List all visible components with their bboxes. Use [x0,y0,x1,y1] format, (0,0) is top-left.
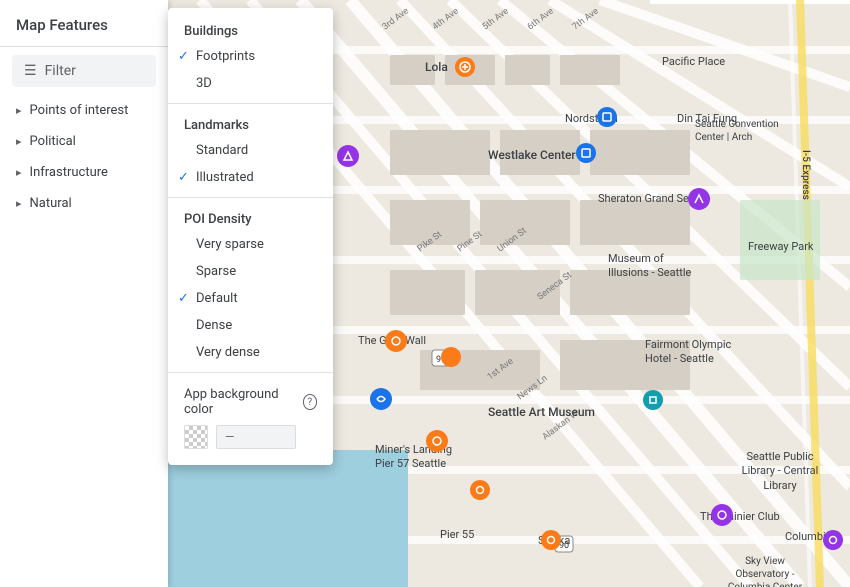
standard-label: Standard [196,143,248,158]
poi-pier55[interactable] [470,480,490,500]
sidebar-item-political-label: Political [30,134,76,149]
sidebar-header: Map Features [0,0,168,47]
dense-label: Dense [196,318,232,333]
default-label: Default [196,291,238,306]
very-sparse-item[interactable]: Very sparse [168,231,333,258]
place-westlake: Westlake Center [488,148,576,162]
landmarks-section-label: Landmarks [168,110,333,137]
poi-aquarium[interactable] [370,388,392,410]
poi-columbia[interactable] [823,530,843,550]
dropdown-panel: Buildings ✓ Footprints 3D Landmarks Stan… [168,8,333,465]
app-bg-label: App background color ? [184,387,317,417]
divider-2 [168,197,333,198]
sidebar-item-infrastructure[interactable]: ▸ Infrastructure [0,157,168,188]
freeway-i5-label: I-5 Express [800,150,811,200]
poi-skalka[interactable] [541,530,561,550]
filter-text: Filter [45,63,76,79]
poi-density-section-label: POI Density [168,204,333,231]
footprints-check-icon: ✓ [178,49,189,64]
filter-bar[interactable]: ☰ Filter [12,55,156,87]
footprints-item[interactable]: ✓ Footprints [168,43,333,70]
very-dense-item[interactable]: Very dense [168,339,333,366]
app-bg-section: App background color ? — [168,379,333,457]
place-pacific-place: Pacific Place [662,55,725,68]
place-freeway-park: Freeway Park [748,240,814,253]
poi-gum-wall[interactable] [385,330,407,352]
help-icon[interactable]: ? [303,394,317,410]
chevron-natural-icon: ▸ [16,197,22,210]
sidebar-item-natural-label: Natural [30,196,72,211]
sidebar: Map Features ☰ Filter ▸ Points of intere… [0,0,168,587]
color-value: — [225,430,234,444]
dense-item[interactable]: Dense [168,312,333,339]
poi-moore-theatre[interactable] [337,145,359,167]
filter-icon: ☰ [24,63,37,79]
default-check-icon: ✓ [178,291,189,306]
divider-1 [168,103,333,104]
buildings-section-label: Buildings [168,16,333,43]
checker-box[interactable] [184,425,208,449]
sparse-item[interactable]: Sparse [168,258,333,285]
divider-3 [168,372,333,373]
very-sparse-label: Very sparse [196,237,264,252]
poi-sheraton[interactable] [688,188,710,210]
poi-miners-landing[interactable] [426,430,448,452]
color-input-box[interactable]: — [216,425,296,449]
chevron-infrastructure-icon: ▸ [16,166,22,179]
sparse-label: Sparse [196,264,236,279]
place-fairmont: Fairmont Olympic Hotel - Seattle [645,338,735,367]
standard-item[interactable]: Standard [168,137,333,164]
default-item[interactable]: ✓ Default [168,285,333,312]
poi-99-marker [441,347,461,367]
3d-label: 3D [196,76,212,91]
sidebar-item-natural[interactable]: ▸ Natural [0,188,168,219]
footprints-label: Footprints [196,49,255,64]
chevron-poi-icon: ▸ [16,104,22,117]
place-pier55: Pier 55 [440,528,474,541]
place-sky-view: Sky View Observatory - Columbia Center [720,555,810,587]
place-art-museum: Seattle Art Museum [488,405,595,419]
place-lola: Lola [425,60,448,74]
poi-fairmont[interactable] [643,390,663,410]
place-museum-illusions: Museum of Illusions - Seattle [608,252,698,281]
illustrated-check-icon: ✓ [178,170,189,185]
place-convention-center: Seattle Convention Center | Arch [695,118,795,144]
place-library: Seattle Public Library - Central Library [740,450,820,493]
very-dense-label: Very dense [196,345,260,360]
poi-rainier[interactable] [711,504,733,526]
illustrated-label: Illustrated [196,170,254,185]
sidebar-item-political[interactable]: ▸ Political [0,126,168,157]
3d-item[interactable]: 3D [168,70,333,97]
poi-lola[interactable] [455,57,475,77]
color-picker-row: — [184,425,317,449]
app-bg-label-text: App background color [184,387,297,417]
sidebar-item-poi-label: Points of interest [30,103,129,118]
sidebar-item-poi[interactable]: ▸ Points of interest [0,95,168,126]
chevron-political-icon: ▸ [16,135,22,148]
poi-nordstrom[interactable] [597,107,617,127]
poi-westlake[interactable] [576,143,596,163]
illustrated-item[interactable]: ✓ Illustrated [168,164,333,191]
sidebar-item-infrastructure-label: Infrastructure [30,165,108,180]
